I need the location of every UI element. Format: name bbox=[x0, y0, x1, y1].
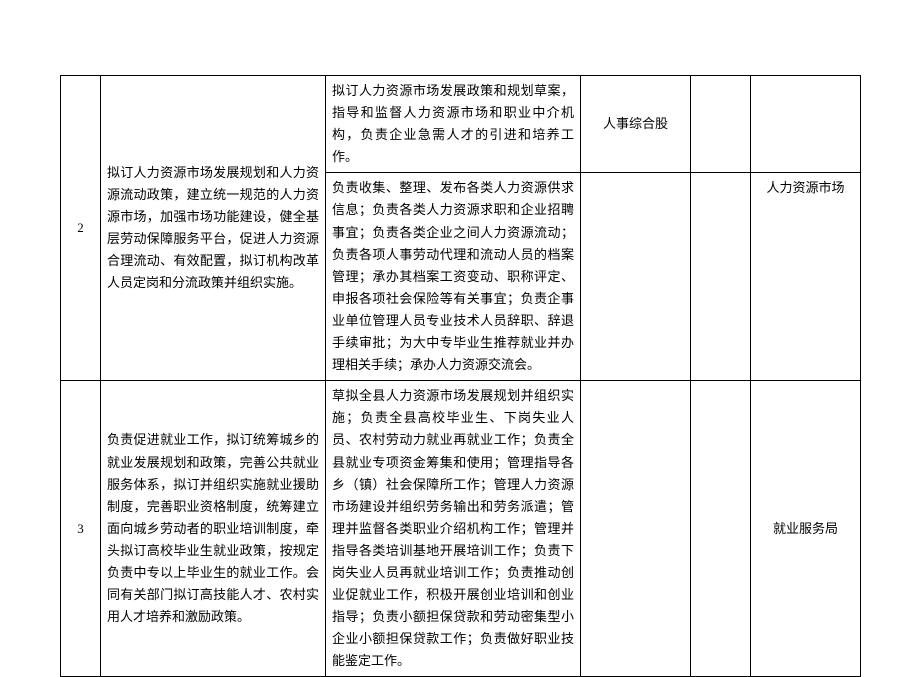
ext-col-1 bbox=[691, 76, 751, 173]
ext-col-1 bbox=[691, 381, 751, 677]
row-number: 2 bbox=[61, 76, 101, 381]
table-row: 2 拟订人力资源市场发展规划和人力资源流动政策，建立统一规范的人力资源市场，加强… bbox=[61, 76, 861, 173]
document-table: 2 拟订人力资源市场发展规划和人力资源流动政策，建立统一规范的人力资源市场，加强… bbox=[60, 75, 861, 677]
department: 人事综合股 bbox=[581, 76, 691, 173]
main-responsibility: 负责促进就业工作，拟订统筹城乡的就业发展规划和政策，完善公共就业服务体系，拟订并… bbox=[101, 381, 326, 677]
sub-responsibility: 负责收集、整理、发布各类人力资源供求信息；负责各类人力资源求职和企业招聘事宜；负… bbox=[326, 173, 581, 381]
sub-responsibility: 草拟全县人力资源市场发展规划并组织实施；负责全县高校毕业生、下岗失业人员、农村劳… bbox=[326, 381, 581, 677]
department bbox=[581, 173, 691, 381]
sub-responsibility: 拟订人力资源市场发展政策和规划草案，指导和监督人力资源市场和职业中介机构，负责企… bbox=[326, 76, 581, 173]
ext-col-2: 人力资源市场 bbox=[751, 173, 861, 381]
department bbox=[581, 381, 691, 677]
row-number: 3 bbox=[61, 381, 101, 677]
ext-col-1 bbox=[691, 173, 751, 381]
ext-col-2: 就业服务局 bbox=[751, 381, 861, 677]
table-row: 3 负责促进就业工作，拟订统筹城乡的就业发展规划和政策，完善公共就业服务体系，拟… bbox=[61, 381, 861, 677]
ext-col-2 bbox=[751, 76, 861, 173]
main-responsibility: 拟订人力资源市场发展规划和人力资源流动政策，建立统一规范的人力资源市场，加强市场… bbox=[101, 76, 326, 381]
